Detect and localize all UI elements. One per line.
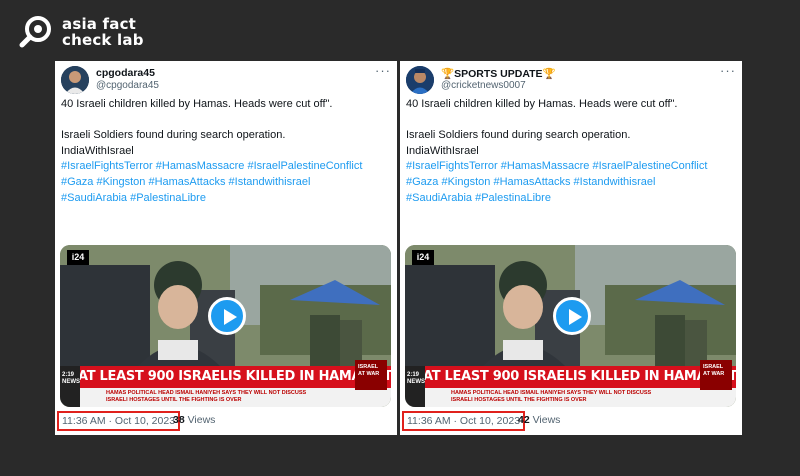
timestamp-highlight[interactable]: 11:36 AM · Oct 10, 2023 <box>57 411 181 431</box>
user-handle[interactable]: @cpgodara45 <box>96 80 159 91</box>
ticker-line: ISRAELI HOSTAGES UNTIL THE FIGHTING IS O… <box>451 397 587 403</box>
views-label: Views <box>187 414 216 426</box>
user-handle[interactable]: @cricketnews0007 <box>441 80 526 91</box>
news-badge: 2:19 NEWS <box>60 366 80 407</box>
tweet-line: Israeli Soldiers found during search ope… <box>406 129 631 142</box>
news-banner: AT LEAST 900 ISRAELIS KILLED IN HAMAS AT… <box>60 366 391 388</box>
news-ticker: HAMAS POLITICAL HEAD ISMAIL HANIYEH SAYS… <box>60 388 391 407</box>
tweet-line: IndiaWithIsrael <box>61 144 134 157</box>
channel-logo: i24 <box>412 250 434 265</box>
news-label: NEWS <box>62 379 80 385</box>
hashtag-line[interactable]: #SaudiArabia #PalestinaLibre <box>406 191 738 207</box>
news-badge: 2:19 NEWS <box>405 366 425 407</box>
ticker-line: HAMAS POLITICAL HEAD ISMAIL HANIYEH SAYS… <box>106 390 307 396</box>
play-button-icon[interactable] <box>553 297 591 335</box>
ticker-line: HAMAS POLITICAL HEAD ISMAIL HANIYEH SAYS… <box>451 390 652 396</box>
israel-at-war-badge: ISRAEL AT WAR <box>700 360 732 390</box>
logo-wordmark: asia fact check lab <box>62 16 144 48</box>
tweet-line: Israeli Soldiers found during search ope… <box>61 129 286 142</box>
tweet-text: 40 Israeli children killed by Hamas. Hea… <box>61 97 393 206</box>
news-banner: AT LEAST 900 ISRAELIS KILLED IN HAMAS AT… <box>405 366 736 388</box>
views-number: 42 <box>518 414 530 426</box>
tweet-card-1[interactable]: cpgodara45 @cpgodara45 ··· 40 Israeli ch… <box>55 61 397 435</box>
display-name[interactable]: cpgodara45 <box>96 67 155 79</box>
more-options-icon[interactable]: ··· <box>375 63 391 78</box>
news-label: NEWS <box>407 379 425 385</box>
tweet-line: IndiaWithIsrael <box>406 144 479 157</box>
ticker-line: ISRAELI HOSTAGES UNTIL THE FIGHTING IS O… <box>106 397 242 403</box>
video-player[interactable]: i24 AT LEAST 900 ISRAELIS KILLED IN HAMA… <box>60 245 391 407</box>
logo-line-2: check lab <box>62 31 144 49</box>
video-player[interactable]: i24 AT LEAST 900 ISRAELIS KILLED IN HAMA… <box>405 245 736 407</box>
hashtag-line[interactable]: #IsraelFightsTerror #HamasMassacre #Isra… <box>61 159 393 175</box>
tweet-card-2[interactable]: 🏆SPORTS UPDATE🏆 @cricketnews0007 ··· 40 … <box>400 61 742 435</box>
news-ticker: HAMAS POLITICAL HEAD ISMAIL HANIYEH SAYS… <box>405 388 736 407</box>
time-label: 2:19 <box>407 372 420 378</box>
view-count: 42 Views <box>518 414 560 426</box>
magnifier-logo-icon <box>18 14 54 50</box>
tweet-meta: 11:36 AM · Oct 10, 2023 42 Views <box>400 411 742 431</box>
war-line: AT WAR <box>358 371 380 377</box>
hashtag-line[interactable]: #Gaza #Kingston #HamasAttacks #Istandwit… <box>61 175 393 191</box>
tweet-meta: 11:36 AM · Oct 10, 2023 38 Views <box>55 411 397 431</box>
avatar[interactable] <box>61 66 89 94</box>
tweet-line: 40 Israeli children killed by Hamas. Hea… <box>406 98 678 110</box>
channel-logo: i24 <box>67 250 89 265</box>
display-name[interactable]: 🏆SPORTS UPDATE🏆 <box>441 67 556 80</box>
views-number: 38 <box>173 414 185 426</box>
views-label: Views <box>532 414 561 426</box>
timestamp-highlight[interactable]: 11:36 AM · Oct 10, 2023 <box>402 411 526 431</box>
logo-line-1: asia fact <box>62 15 137 33</box>
time-label: 2:19 <box>62 372 75 378</box>
hashtag-line[interactable]: #Gaza #Kingston #HamasAttacks #Istandwit… <box>406 175 738 191</box>
play-button-icon[interactable] <box>208 297 246 335</box>
tweet-text: 40 Israeli children killed by Hamas. Hea… <box>406 97 738 206</box>
war-line: ISRAEL <box>358 364 379 370</box>
war-line: AT WAR <box>703 371 725 377</box>
hashtag-line[interactable]: #SaudiArabia #PalestinaLibre <box>61 191 393 207</box>
view-count: 38 Views <box>173 414 215 426</box>
war-line: ISRAEL <box>703 364 724 370</box>
hashtag-line[interactable]: #IsraelFightsTerror #HamasMassacre #Isra… <box>406 159 738 175</box>
israel-at-war-badge: ISRAEL AT WAR <box>355 360 387 390</box>
asia-fact-check-lab-logo: asia fact check lab <box>18 14 144 50</box>
tweet-line: 40 Israeli children killed by Hamas. Hea… <box>61 98 333 110</box>
more-options-icon[interactable]: ··· <box>720 63 736 78</box>
avatar[interactable] <box>406 66 434 94</box>
